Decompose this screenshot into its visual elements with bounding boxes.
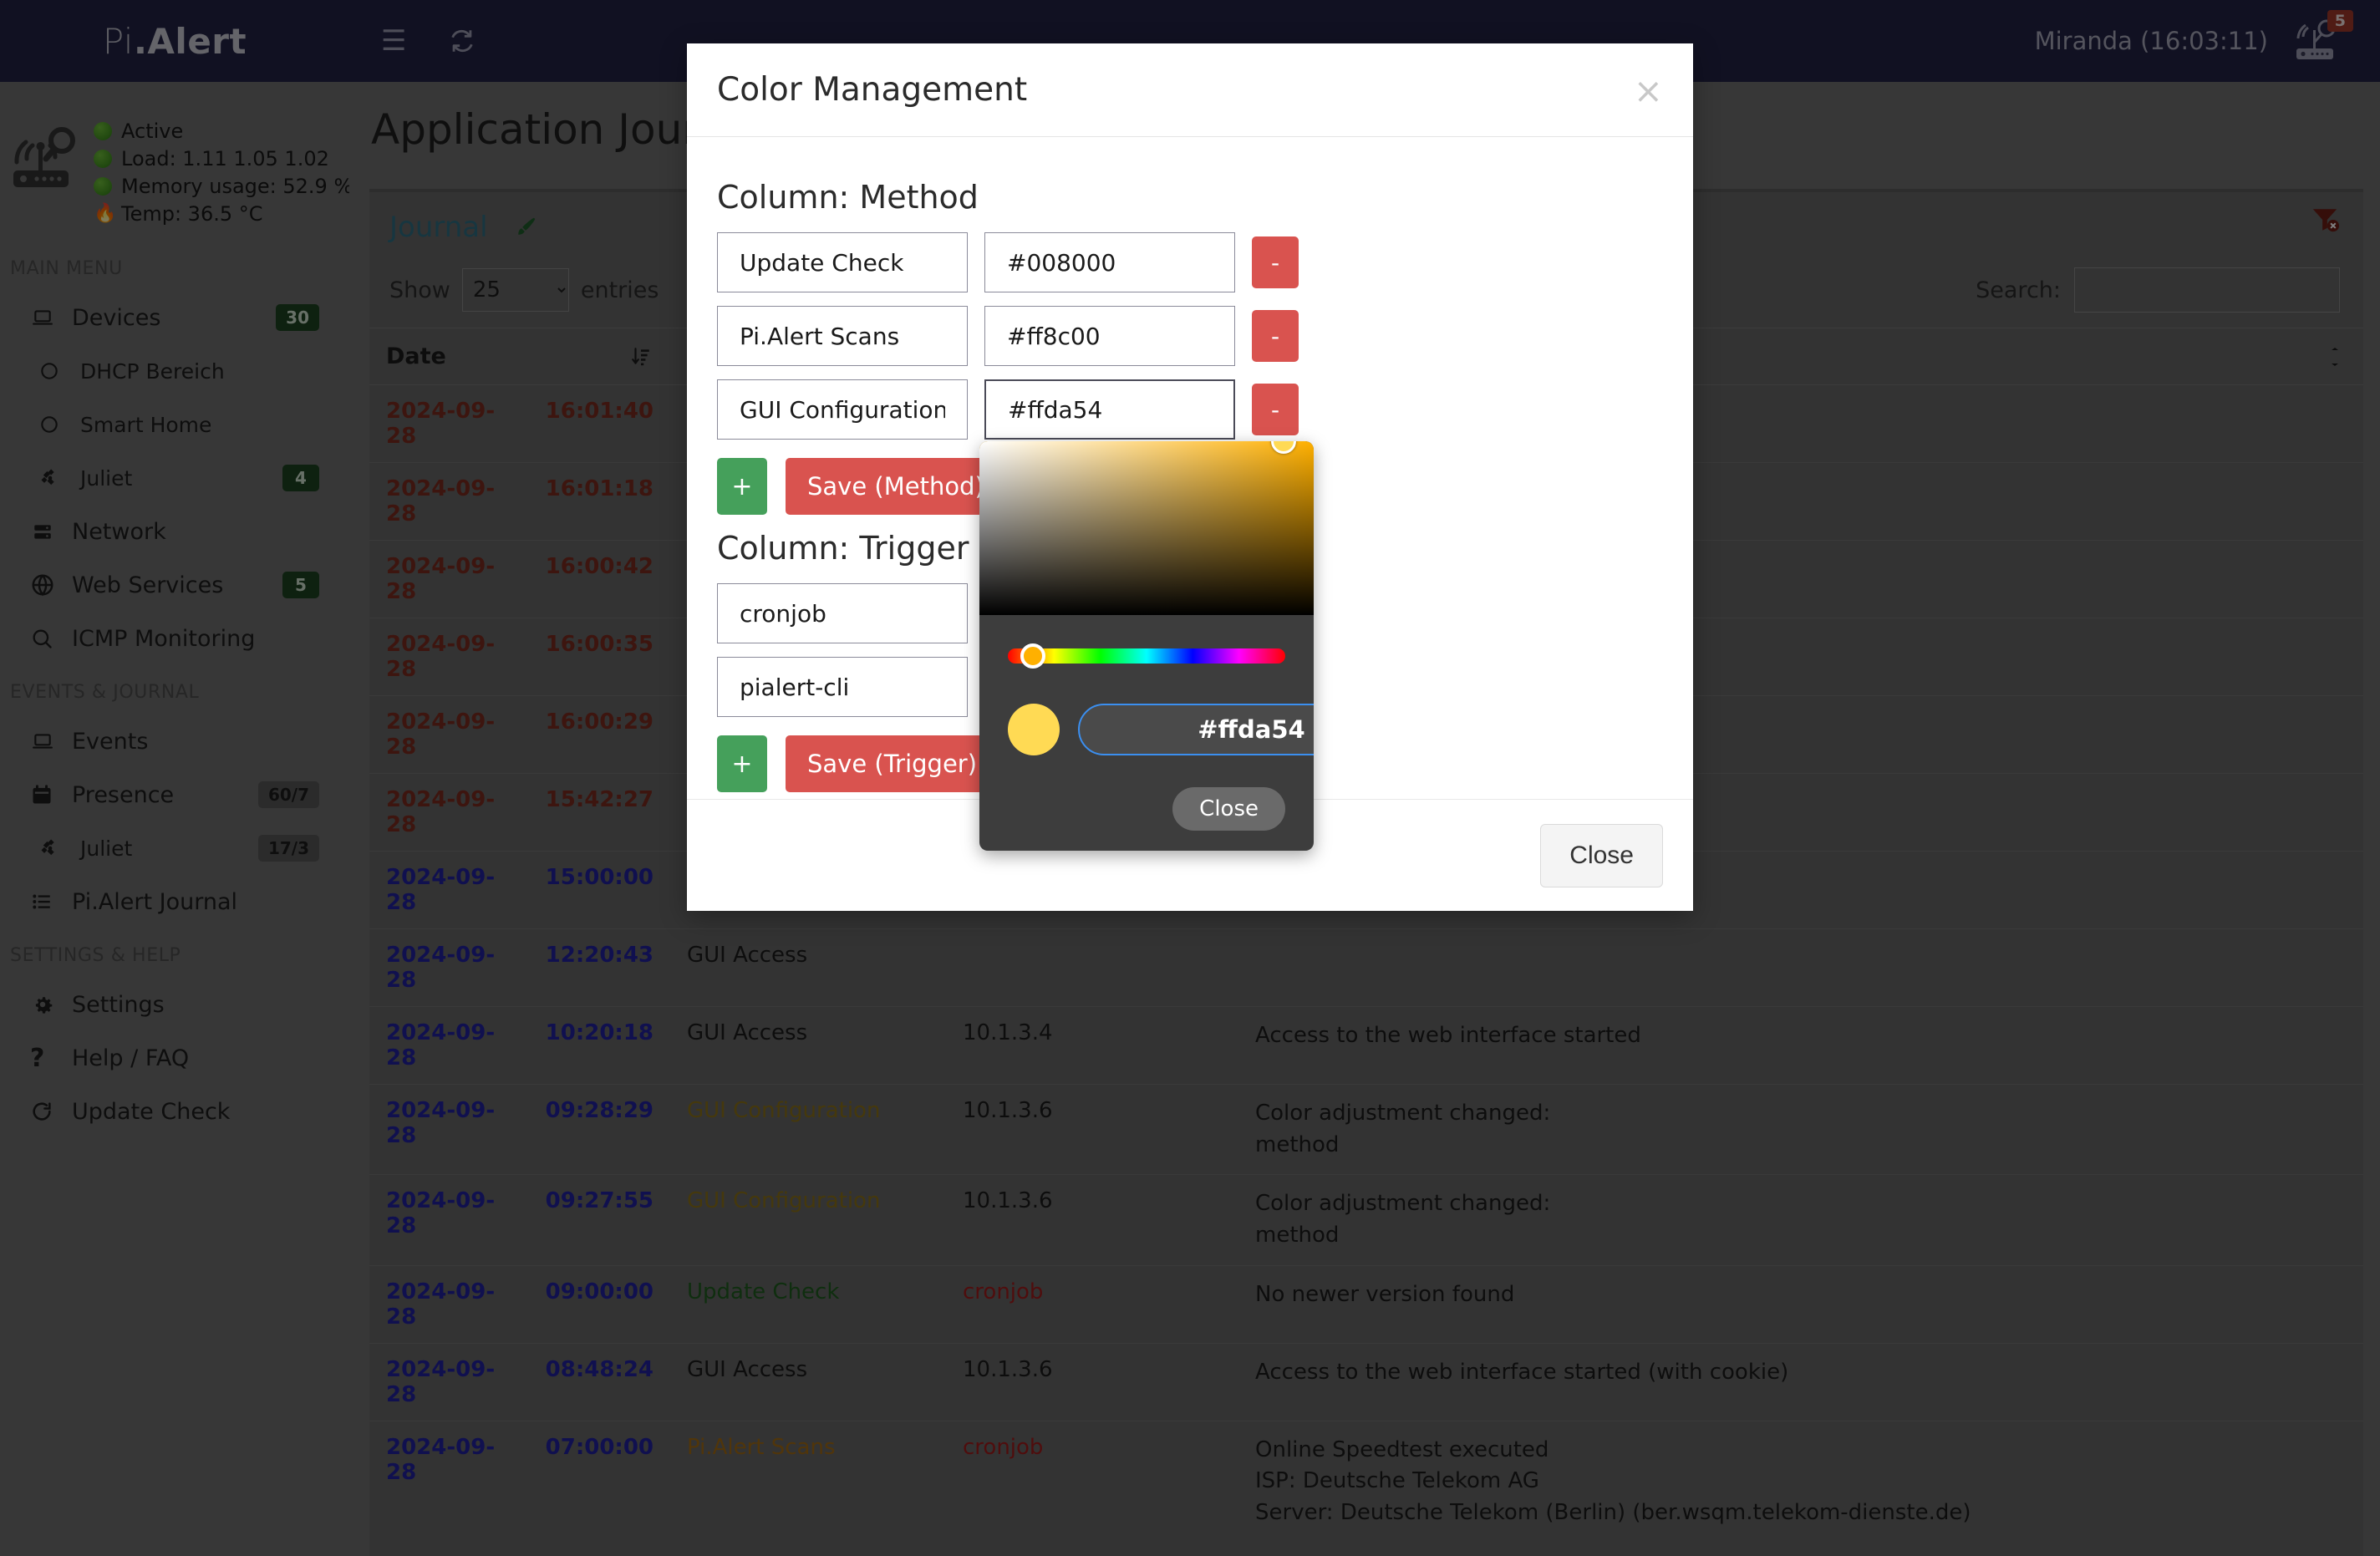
method-color-input[interactable] <box>984 306 1235 366</box>
method-color-row: - <box>717 379 1663 440</box>
modal-close-button[interactable]: Close <box>1540 823 1663 887</box>
method-name-input[interactable] <box>717 306 968 366</box>
method-color-input[interactable] <box>984 232 1235 292</box>
color-preview-swatch <box>1008 704 1060 755</box>
save-method-button[interactable]: Save (Method) <box>786 458 1006 515</box>
add-trigger-button[interactable]: + <box>717 735 767 792</box>
add-method-button[interactable]: + <box>717 458 767 515</box>
modal-title: Color Management <box>717 71 1028 109</box>
color-picker-popup: Close <box>979 441 1314 851</box>
hex-color-input[interactable] <box>1078 704 1314 755</box>
save-trigger-button[interactable]: Save (Trigger) <box>786 735 999 792</box>
close-icon[interactable]: × <box>1634 74 1663 109</box>
remove-method-button[interactable]: - <box>1252 384 1299 435</box>
method-color-row: - <box>717 232 1663 292</box>
trigger-name-input[interactable] <box>717 657 968 717</box>
method-name-input[interactable] <box>717 232 968 292</box>
method-color-input[interactable] <box>984 379 1235 440</box>
method-section-title: Column: Method <box>717 179 979 216</box>
method-color-row: - <box>717 306 1663 366</box>
hue-slider[interactable] <box>1008 637 1285 675</box>
method-name-input[interactable] <box>717 379 968 440</box>
remove-method-button[interactable]: - <box>1252 310 1299 362</box>
picker-close-button[interactable]: Close <box>1172 787 1285 831</box>
hue-handle[interactable] <box>1020 643 1045 669</box>
remove-method-button[interactable]: - <box>1252 236 1299 288</box>
trigger-name-input[interactable] <box>717 583 968 643</box>
saturation-value-area[interactable] <box>979 441 1314 615</box>
